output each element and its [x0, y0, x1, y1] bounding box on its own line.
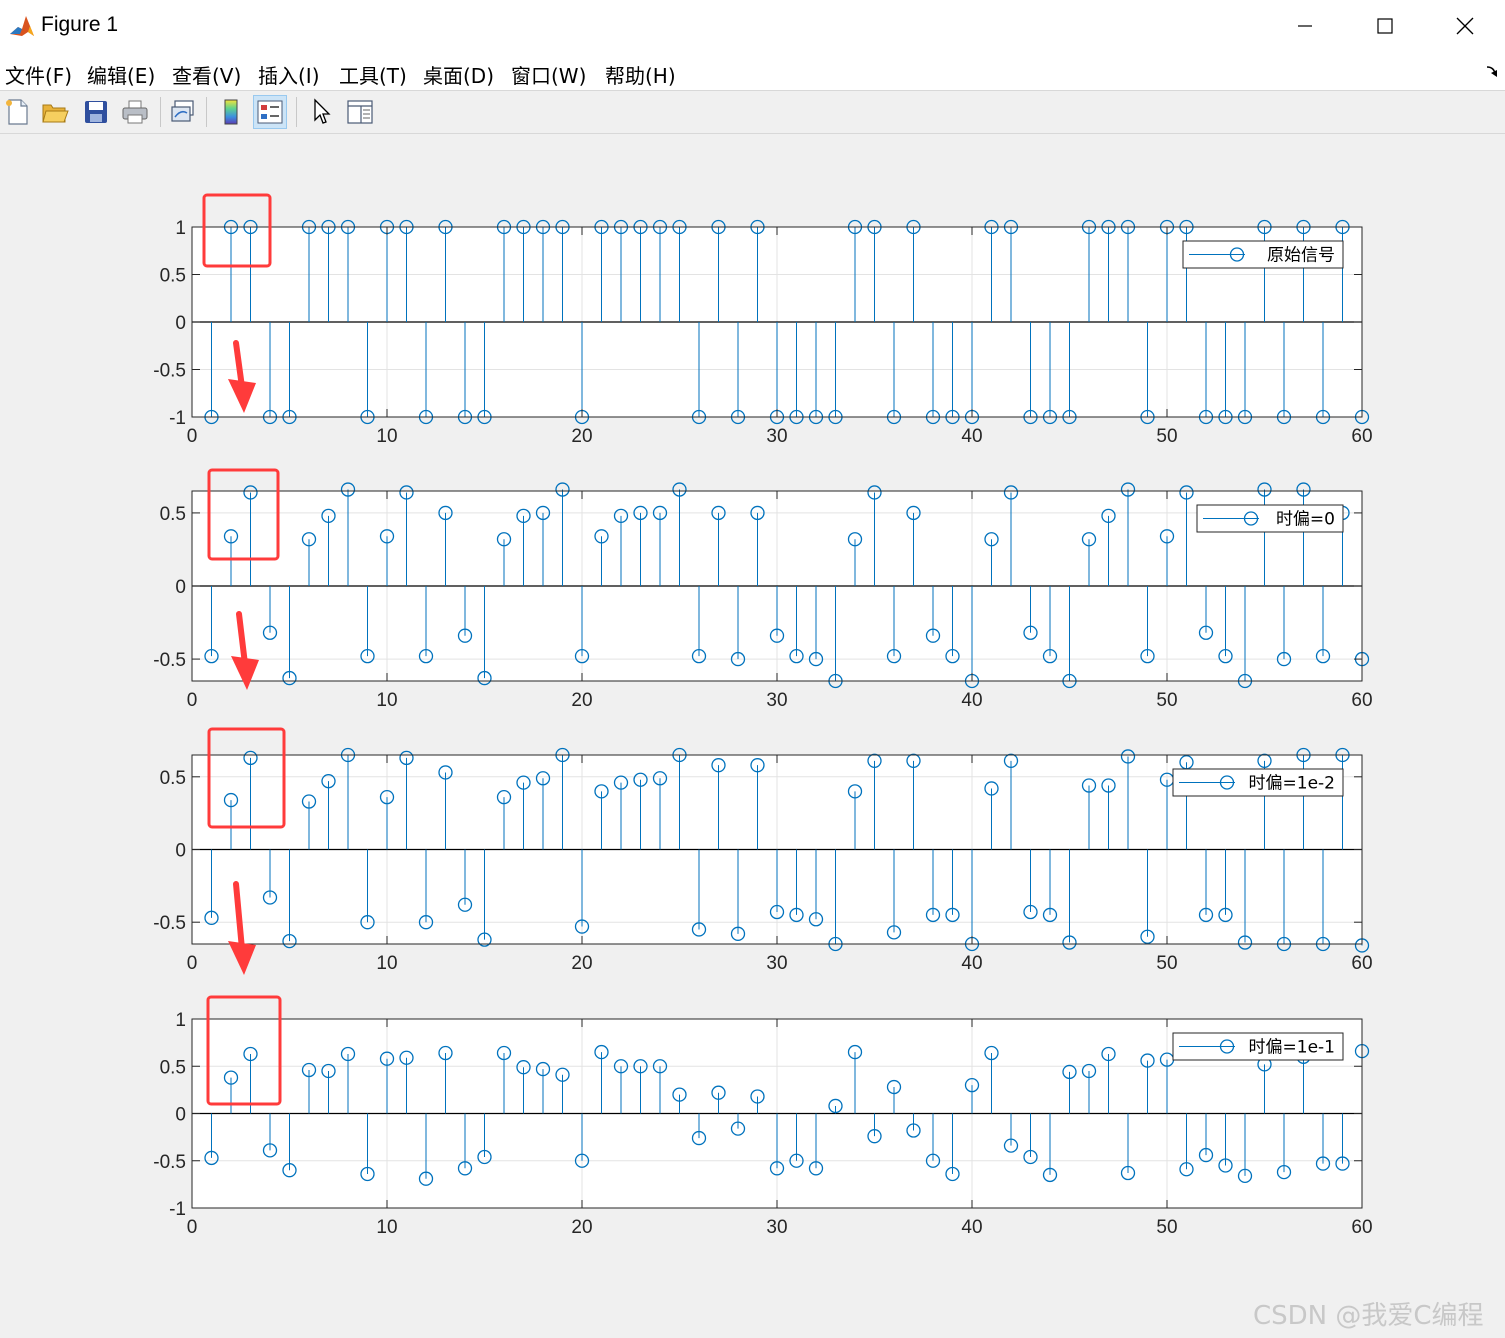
- x-tick-label: 20: [571, 426, 592, 447]
- y-tick-label: -0.5: [153, 1152, 186, 1173]
- x-tick-label: 60: [1351, 690, 1372, 711]
- x-tick-label: 40: [961, 953, 982, 974]
- x-tick-label: 0: [187, 690, 198, 711]
- subplot-3[interactable]: 0 10 20 30 40 50 600.50-0.5时偏=1e-2: [153, 747, 1373, 975]
- x-tick-label: 20: [571, 953, 592, 974]
- legend[interactable]: 原始信号: [1182, 240, 1344, 269]
- y-tick-label: 0.5: [160, 1057, 186, 1078]
- y-tick-label: 0: [175, 313, 186, 334]
- x-tick-label: 30: [766, 426, 787, 447]
- x-tick-label: 50: [1156, 426, 1177, 447]
- y-tick-label: -1: [169, 408, 186, 429]
- x-tick-label: 0: [187, 953, 198, 974]
- subplot-1[interactable]: 0 10 20 30 40 50 60 1 0.5 0 -0.5 -1 原始信号: [153, 218, 1372, 447]
- subplot-2[interactable]: 0 10 20 30 40 50 600.50-0.5时偏=0: [153, 482, 1373, 711]
- y-tick-label: -0.5: [153, 650, 186, 671]
- y-tick-label: 0.5: [160, 504, 186, 525]
- x-tick-label: 40: [961, 1217, 982, 1238]
- x-tick-label: 20: [571, 690, 592, 711]
- y-tick-label: 0.5: [160, 768, 186, 789]
- subplot-4[interactable]: 0 10 20 30 40 50 60 1 0.5 0 -0.5 -1 时偏=1e-1: [153, 1010, 1372, 1238]
- x-tick-label: 0: [187, 1217, 198, 1238]
- arrow-head: [228, 941, 256, 975]
- legend[interactable]: 时偏=0: [1196, 504, 1344, 533]
- x-tick-label: 0: [187, 426, 198, 447]
- x-tick-label: 20: [571, 1217, 592, 1238]
- y-tick-label: 0: [175, 841, 186, 862]
- x-tick-label: 50: [1156, 953, 1177, 974]
- legend[interactable]: 时偏=1e-1: [1172, 1032, 1344, 1061]
- x-tick-label: 60: [1351, 953, 1372, 974]
- legend-label: 时偏=1e-1: [1249, 1038, 1335, 1058]
- x-tick-label: 10: [376, 426, 397, 447]
- x-tick-label: 60: [1351, 1217, 1372, 1238]
- x-tick-label: 30: [766, 953, 787, 974]
- x-tick-label: 50: [1156, 690, 1177, 711]
- legend-label: 原始信号: [1267, 246, 1335, 266]
- figure-canvas: 0 10 20 30 40 50 6010.50-0.5-1原始信号0 10 20 30 40 50 6…: [153, 193, 1373, 1238]
- y-tick-label: 1: [175, 218, 186, 239]
- x-tick-label: 60: [1351, 426, 1372, 447]
- legend[interactable]: 时偏=1e-2: [1172, 768, 1344, 797]
- y-tick-label: 0.5: [160, 266, 186, 287]
- x-tick-label: 40: [961, 690, 982, 711]
- x-tick-label: 10: [376, 1217, 397, 1238]
- y-tick-label: -0.5: [153, 913, 186, 934]
- x-tick-label: 30: [766, 690, 787, 711]
- y-tick-label: 0: [175, 1105, 186, 1126]
- x-tick-label: 50: [1156, 1217, 1177, 1238]
- legend-label: 时偏=0: [1276, 510, 1335, 530]
- y-tick-label: 0: [175, 577, 186, 598]
- x-tick-label: 10: [376, 690, 397, 711]
- y-tick-label: -1: [169, 1199, 186, 1220]
- x-tick-label: 40: [961, 426, 982, 447]
- y-tick-label: 1: [175, 1010, 186, 1031]
- legend-label: 时偏=1e-2: [1249, 774, 1335, 794]
- x-tick-label: 30: [766, 1217, 787, 1238]
- watermark-text: CSDN @我爱C编程: [1253, 1301, 1484, 1331]
- x-tick-label: 10: [376, 953, 397, 974]
- y-tick-label: -0.5: [153, 361, 186, 382]
